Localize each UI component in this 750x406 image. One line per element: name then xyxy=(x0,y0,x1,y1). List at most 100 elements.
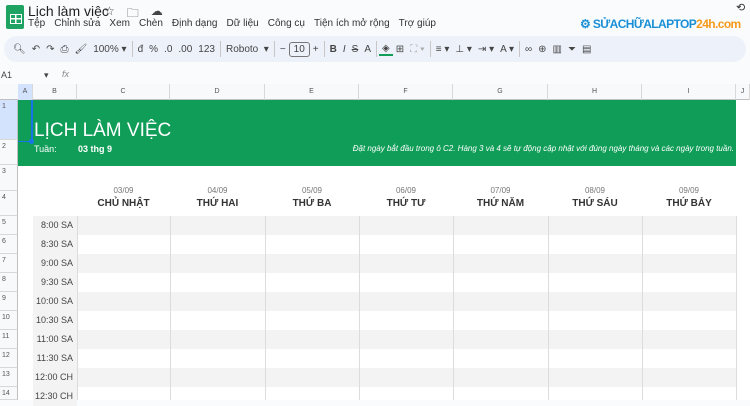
menu-item[interactable]: Định dạng xyxy=(172,18,218,29)
strikethrough-button[interactable]: S xyxy=(349,44,362,55)
week-start-cell[interactable]: 03 thg 9 xyxy=(78,144,112,154)
day-name: THỨ NĂM xyxy=(476,198,525,209)
document-title[interactable]: Lịch làm việc xyxy=(28,3,109,19)
row-header[interactable]: 8 xyxy=(0,273,18,292)
row-header[interactable]: 10 xyxy=(0,311,18,330)
comment-icon[interactable]: ⊕ xyxy=(535,44,549,55)
time-slot-row[interactable]: 11:00 SA xyxy=(33,330,736,349)
filter-views-icon[interactable]: ▤ xyxy=(579,44,594,55)
column-header[interactable]: G xyxy=(453,84,548,100)
day-date: 08/09 xyxy=(584,186,606,195)
row-header[interactable]: 4 xyxy=(0,191,18,216)
row-header[interactable]: 13 xyxy=(0,368,18,387)
day-date: 04/09 xyxy=(207,186,228,195)
zoom-select[interactable]: 100% ▾ xyxy=(90,44,129,55)
redo-icon[interactable]: ↷ xyxy=(43,44,57,55)
menu-item[interactable]: Xem xyxy=(109,18,130,29)
percent-button[interactable]: % xyxy=(146,44,161,55)
column-header[interactable]: H xyxy=(548,84,642,100)
day-date: 06/09 xyxy=(395,186,417,195)
day-date: 09/09 xyxy=(678,186,700,195)
decrease-decimal-button[interactable]: .0 xyxy=(161,44,175,55)
column-headers: ABCDEFGHIJ xyxy=(0,84,750,100)
row-header[interactable]: 14 xyxy=(0,387,18,400)
link-icon[interactable]: ∞ xyxy=(522,44,535,55)
row-header[interactable]: 9 xyxy=(0,292,18,311)
menu-item[interactable]: Trợ giúp xyxy=(399,18,436,29)
day-header: 09/09 THỨ BẢY xyxy=(642,186,736,209)
number-format-button[interactable]: 123 xyxy=(195,44,218,55)
text-wrap-icon[interactable]: ⇥ ▾ xyxy=(475,44,497,55)
column-header[interactable]: C xyxy=(77,84,170,100)
time-slot-row[interactable]: 8:00 SA xyxy=(33,216,736,235)
row-header[interactable]: 3 xyxy=(0,165,18,191)
selection-fill-handle[interactable] xyxy=(29,139,34,144)
day-date: 07/09 xyxy=(490,186,511,195)
search-icon[interactable]: 🔍︎ xyxy=(10,44,29,55)
bold-button[interactable]: B xyxy=(327,44,340,55)
column-header[interactable]: A xyxy=(18,84,33,100)
text-rotation-icon[interactable]: A ▾ xyxy=(497,44,517,55)
time-slot-row[interactable]: 9:30 SA xyxy=(33,273,736,292)
font-select[interactable]: Roboto ▾ xyxy=(223,44,272,55)
row-header[interactable]: 6 xyxy=(0,235,18,254)
menu-item[interactable]: Tiện ích mở rộng xyxy=(314,18,390,29)
time-label: 9:00 SA xyxy=(33,254,77,273)
version-history-icon[interactable]: ⟲ xyxy=(736,1,745,14)
column-header[interactable]: F xyxy=(359,84,453,100)
font-size-decrease-button[interactable]: − xyxy=(277,44,289,55)
italic-button[interactable]: I xyxy=(340,44,349,55)
column-divider xyxy=(642,216,643,400)
row-header[interactable]: 12 xyxy=(0,349,18,368)
time-slot-row[interactable]: 12:30 CH xyxy=(33,387,736,406)
font-size-increase-button[interactable]: + xyxy=(310,44,322,55)
time-slot-row[interactable]: 10:30 SA xyxy=(33,311,736,330)
text-color-button[interactable]: A xyxy=(361,44,374,55)
font-size-input[interactable]: 10 xyxy=(288,41,310,57)
paint-format-icon[interactable]: 🖌︎ xyxy=(71,44,90,55)
time-slot-row[interactable]: 8:30 SA xyxy=(33,235,736,254)
row-header[interactable]: 11 xyxy=(0,330,18,349)
column-divider xyxy=(548,216,549,400)
column-divider xyxy=(453,216,454,400)
menu-item[interactable]: Công cụ xyxy=(268,18,305,29)
menu-item[interactable]: Tệp xyxy=(28,18,45,29)
currency-button[interactable]: đ xyxy=(135,44,147,55)
column-divider xyxy=(265,216,266,400)
fill-color-icon[interactable]: ◈ xyxy=(378,43,393,56)
schedule-title: LỊCH LÀM VIỆC xyxy=(34,120,172,141)
chart-icon[interactable]: ▥ xyxy=(550,44,565,55)
row-header[interactable]: 5 xyxy=(0,216,18,235)
row-header[interactable]: 7 xyxy=(0,254,18,273)
filter-icon[interactable]: ⏷ xyxy=(565,44,579,55)
time-slot-row[interactable]: 10:00 SA xyxy=(33,292,736,311)
menu-item[interactable]: Dữ liệu xyxy=(226,18,258,29)
row-header[interactable]: 1 xyxy=(0,100,18,140)
sheets-logo[interactable] xyxy=(6,5,24,29)
borders-icon[interactable]: ⊞ xyxy=(393,44,407,55)
row-header[interactable]: 2 xyxy=(0,140,18,165)
increase-decimal-button[interactable]: .00 xyxy=(175,44,195,55)
day-date: 05/09 xyxy=(301,186,323,195)
column-header[interactable]: B xyxy=(33,84,77,100)
name-box[interactable]: A1 xyxy=(1,70,12,80)
name-box-dropdown-icon[interactable]: ▾ xyxy=(44,70,49,81)
merge-cells-icon[interactable]: ⛶ ▾ xyxy=(407,44,428,55)
brand-logo: ⚙ SỬACHỮALAPTOP24h.com xyxy=(580,17,741,31)
column-header[interactable]: D xyxy=(170,84,265,100)
time-slot-row[interactable]: 9:00 SA xyxy=(33,254,736,273)
column-header[interactable]: I xyxy=(642,84,736,100)
vertical-align-icon[interactable]: ⊥ ▾ xyxy=(452,44,475,55)
undo-icon[interactable]: ↶ xyxy=(29,44,43,55)
column-header[interactable]: J xyxy=(736,84,750,100)
horizontal-align-icon[interactable]: ≡ ▾ xyxy=(433,44,453,55)
time-slot-row[interactable]: 11:30 SA xyxy=(33,349,736,368)
menu-item[interactable]: Chỉnh sửa xyxy=(54,18,100,29)
print-icon[interactable]: ⎙ xyxy=(57,44,71,55)
column-header[interactable]: E xyxy=(265,84,359,100)
menu-bar: Tệp Chỉnh sửa Xem Chèn Định dạng Dữ liệu Công … xyxy=(28,18,436,29)
formula-input[interactable] xyxy=(80,67,740,82)
time-slot-row[interactable]: 12:00 CH xyxy=(33,368,736,387)
day-date: 03/09 xyxy=(113,186,134,195)
menu-item[interactable]: Chèn xyxy=(139,18,163,29)
